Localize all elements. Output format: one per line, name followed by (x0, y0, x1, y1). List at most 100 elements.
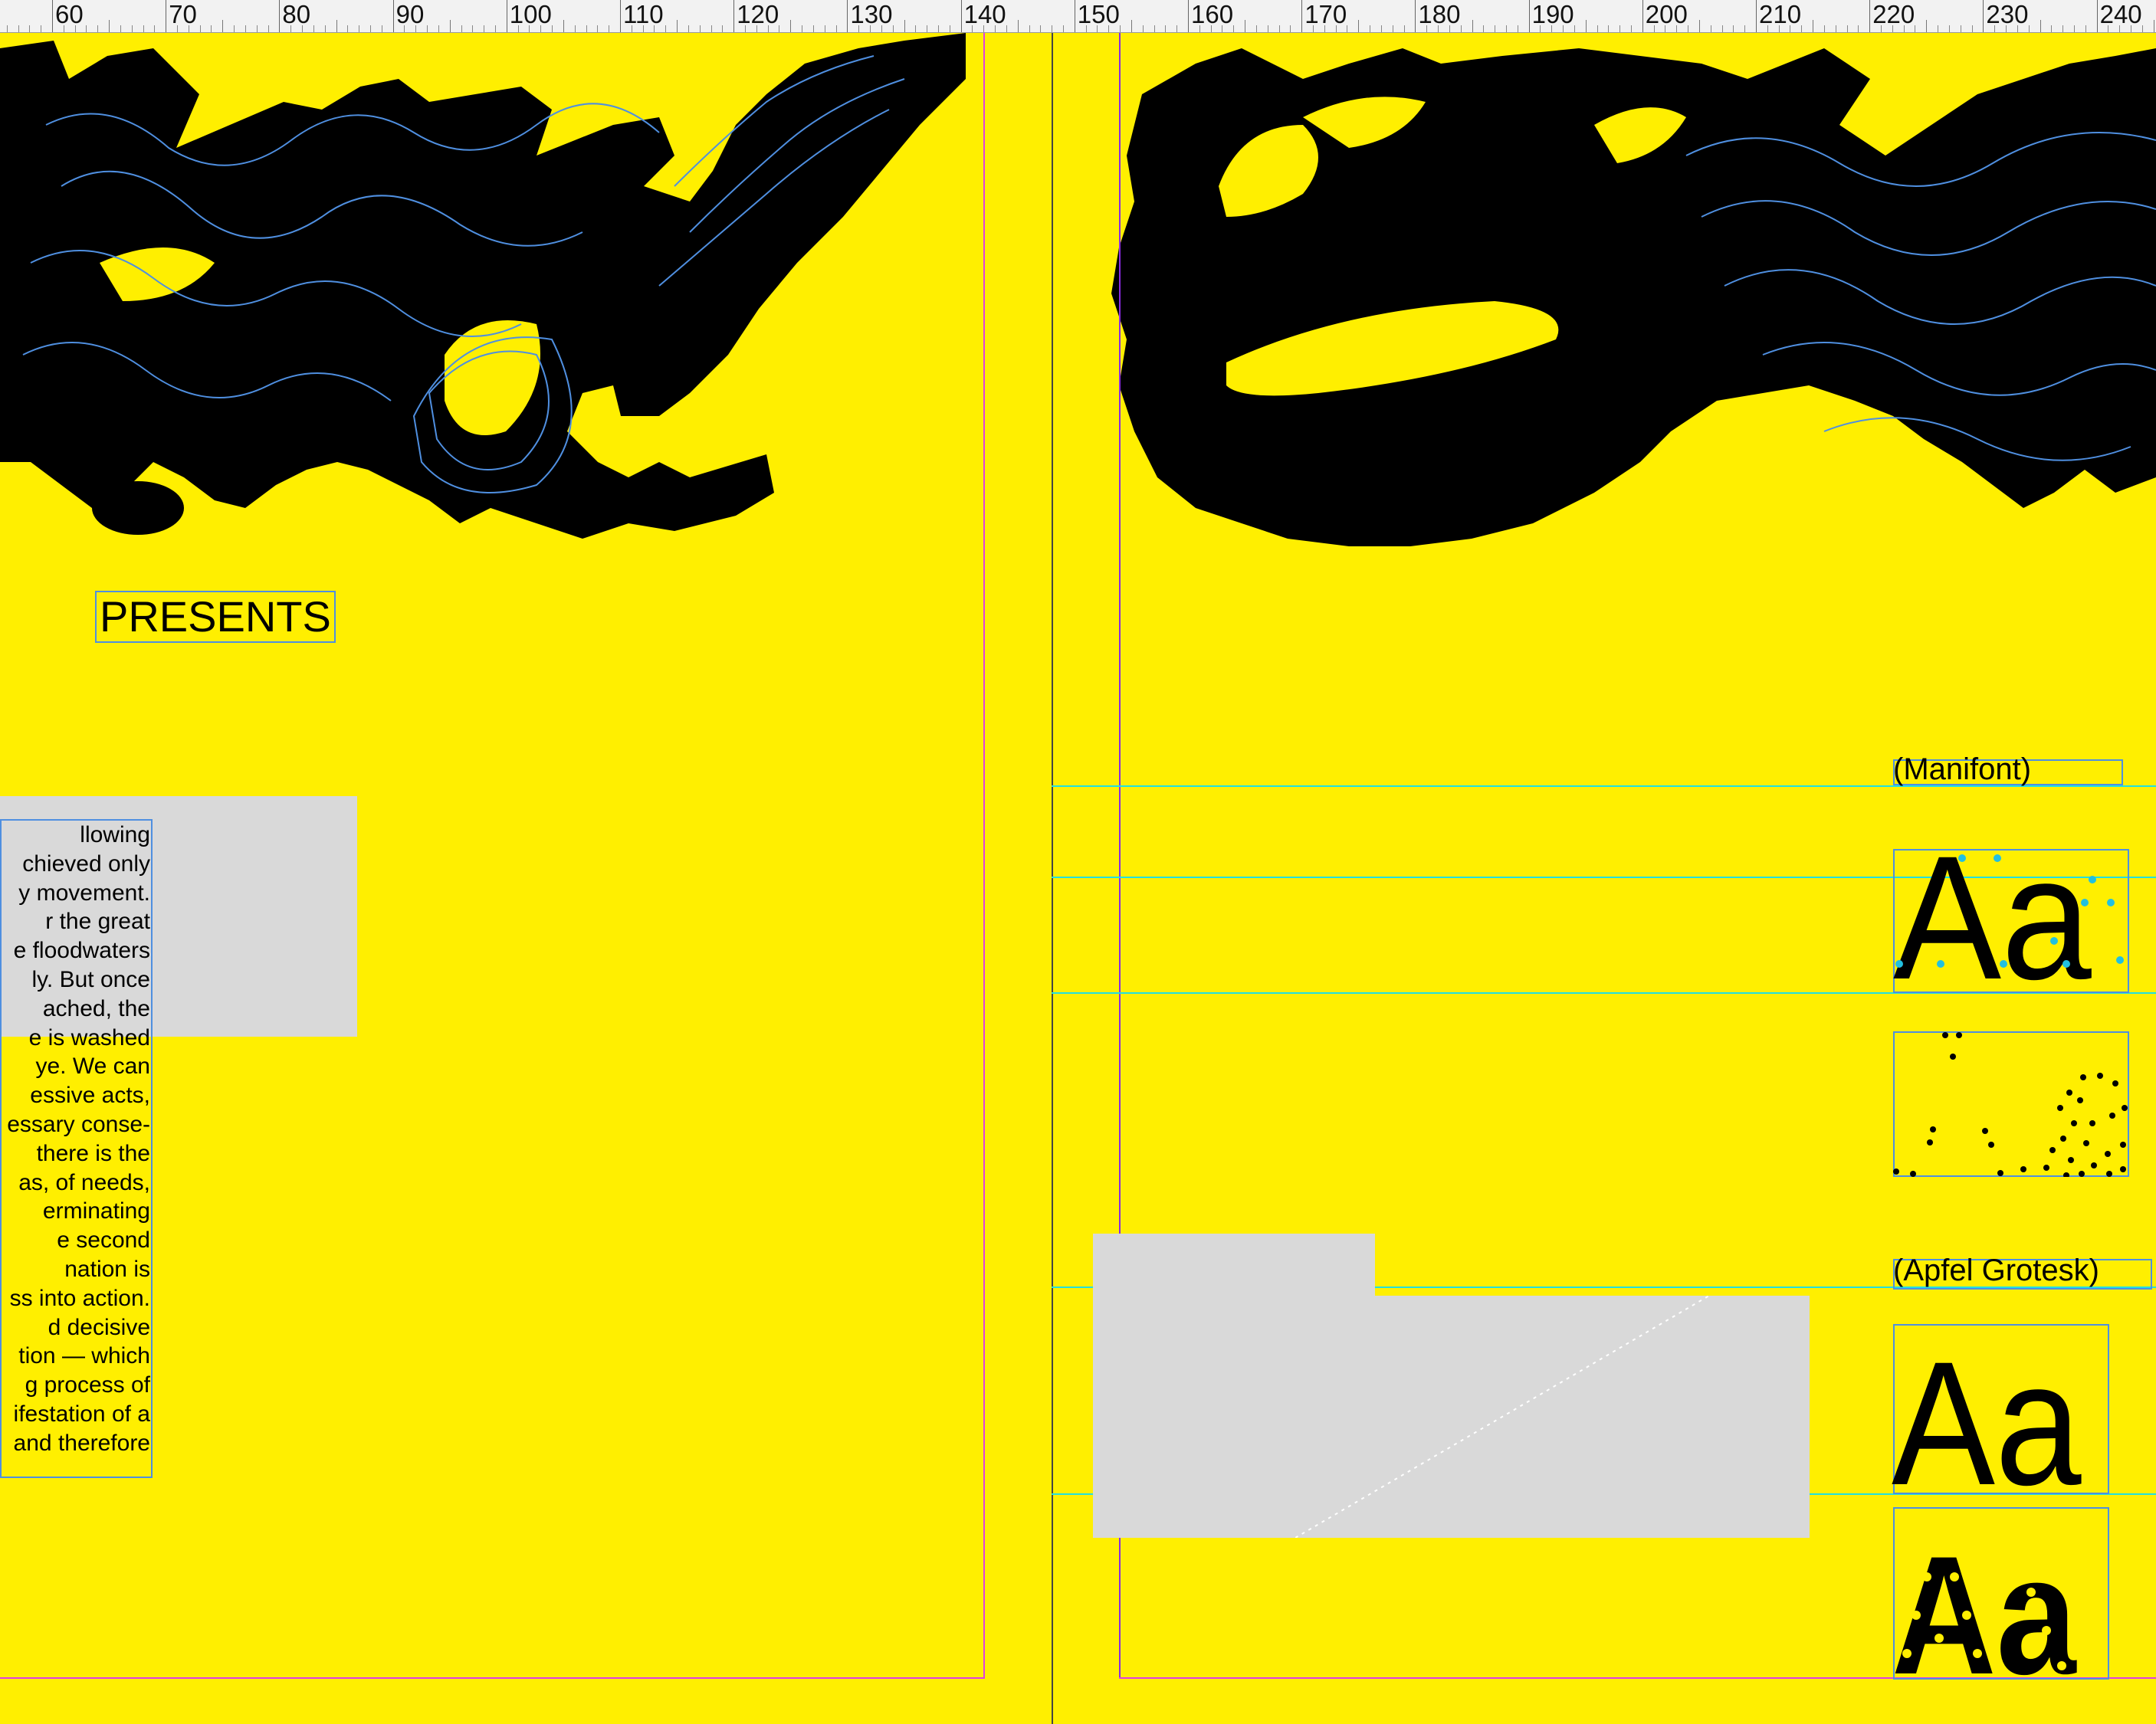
ruler-minor-tick (211, 25, 212, 32)
apfel-grotesk-dot-overlay (1902, 1536, 2089, 1670)
ruler-minor-tick (336, 20, 337, 32)
ruler-minor-tick (1483, 25, 1485, 32)
ruler-major-tick (1642, 0, 1643, 32)
ruler-minor-tick (1438, 25, 1439, 32)
ruler-major-tick (1869, 0, 1871, 32)
manifont-label[interactable]: (Manifont) (1893, 752, 2031, 787)
body-text-line: ifestation of a (13, 1401, 150, 1427)
ruler-major-tick (733, 0, 735, 32)
ruler-minor-tick (472, 25, 474, 32)
ruler-minor-tick (1108, 25, 1110, 32)
ruler-minor-tick (915, 25, 917, 32)
ruler-label: 240 (2099, 0, 2142, 28)
ruler-minor-tick (120, 25, 121, 32)
ruler-minor-tick (1176, 25, 1178, 32)
ruler-minor-tick (1585, 20, 1587, 32)
ruler-minor-tick (1926, 20, 1928, 32)
ruler-minor-tick (812, 25, 814, 32)
ruler-minor-tick (109, 20, 110, 32)
ruler-minor-tick (1540, 25, 1541, 32)
ruler-major-tick (1983, 0, 1984, 32)
ruler-minor-tick (1460, 25, 1462, 32)
ruler-minor-tick (2141, 25, 2143, 32)
body-text-line: essary conse- (7, 1111, 150, 1137)
ruler-minor-tick (1619, 25, 1621, 32)
ruler-minor-tick (1085, 25, 1087, 32)
ruler-minor-tick (597, 25, 599, 32)
ruler-minor-tick (1233, 25, 1235, 32)
ruler-minor-tick (1744, 25, 1746, 32)
ruler-label: 220 (1872, 0, 1915, 28)
ruler-minor-tick (97, 25, 99, 32)
ruler-minor-tick (881, 25, 882, 32)
left-page-margin-guide[interactable] (983, 33, 985, 1679)
body-text[interactable]: llowing chieved only y movement. r the grea… (0, 821, 150, 1478)
apfel-grotesk-label[interactable]: (Apfel Grotesk) (1893, 1253, 2099, 1288)
ruler-minor-tick (937, 25, 939, 32)
ruler-major-tick (279, 0, 281, 32)
presents-text-frame[interactable]: PRESENTS (95, 591, 336, 643)
ruler-minor-tick (1153, 25, 1155, 32)
ruler-minor-tick (1358, 20, 1360, 32)
ruler-minor-tick (494, 25, 496, 32)
ruler-minor-tick (1767, 25, 1768, 32)
ruler-minor-tick (131, 25, 133, 32)
ruler-major-tick (1188, 0, 1189, 32)
body-text-line: ached, the (42, 995, 150, 1021)
ruler-minor-tick (1563, 25, 1564, 32)
ruler-label: 210 (1759, 0, 1802, 28)
body-text-line: r the great (45, 909, 150, 935)
ruler-minor-tick (586, 25, 587, 32)
placeholder-diagonal (1295, 1296, 1709, 1538)
horizontal-ruler[interactable]: 60 70 80 90 100 110 120 130 140 150 160 170 180 190 20… (0, 0, 2156, 33)
ruler-minor-tick (347, 25, 349, 32)
ruler-minor-tick (1313, 25, 1314, 32)
ruler-minor-tick (2119, 25, 2121, 32)
ruler-minor-tick (1062, 25, 1064, 32)
ruler-minor-tick (1903, 25, 1905, 32)
ruler-major-tick (1756, 0, 1757, 32)
body-text-line: chieved only (22, 851, 150, 877)
ruler-minor-tick (1120, 25, 1121, 32)
manifont-dots-specimen[interactable] (1893, 1031, 2129, 1177)
ruler-major-tick (847, 0, 848, 32)
ruler-major-tick (392, 0, 394, 32)
apfel-grotesk-specimen[interactable]: Aa (1892, 1336, 2082, 1512)
ruler-major-tick (52, 0, 53, 32)
ruler-minor-tick (369, 25, 371, 32)
body-text-line: tion — which (18, 1343, 150, 1369)
ruler-minor-tick (858, 25, 860, 32)
ruler-label: 140 (963, 0, 1006, 28)
ruler-minor-tick (143, 25, 144, 32)
spine-line[interactable] (1052, 33, 1053, 1724)
ruler-major-tick (1301, 0, 1303, 32)
body-text-line: as, of needs, (18, 1169, 150, 1195)
ruler-minor-tick (1403, 25, 1405, 32)
ruler-minor-tick (461, 25, 462, 32)
ruler-label: 230 (1986, 0, 2029, 28)
ruler-minor-tick (438, 25, 439, 32)
ruler-minor-tick (1199, 25, 1200, 32)
ruler-minor-tick (1994, 25, 1996, 32)
ruler-minor-tick (1472, 20, 1473, 32)
ruler-minor-tick (234, 25, 235, 32)
ruler-minor-tick (1040, 25, 1042, 32)
manifont-anchor-points (1895, 854, 2124, 968)
ruler-minor-tick (244, 25, 246, 32)
scribble-artwork[interactable] (0, 33, 2156, 615)
ruler-minor-tick (1131, 20, 1132, 32)
left-page-bottom-margin[interactable] (0, 1677, 984, 1679)
ruler-minor-tick (1676, 25, 1678, 32)
ruler-minor-tick (1596, 25, 1598, 32)
ruler-minor-tick (1948, 25, 1950, 32)
body-text-line: ye. We can (35, 1054, 150, 1080)
ruler-minor-tick (2085, 25, 2086, 32)
ruler-minor-tick (6, 25, 8, 32)
ruler-minor-tick (1097, 25, 1098, 32)
ruler-label: 70 (169, 0, 197, 28)
ruler-minor-tick (1653, 25, 1655, 32)
document-canvas[interactable]: PRESENTS llowing chieved only y movement. r… (0, 33, 2156, 1724)
ruler-label: 90 (395, 0, 425, 28)
ruler-minor-tick (552, 25, 553, 32)
ruler-minor-tick (302, 25, 304, 32)
